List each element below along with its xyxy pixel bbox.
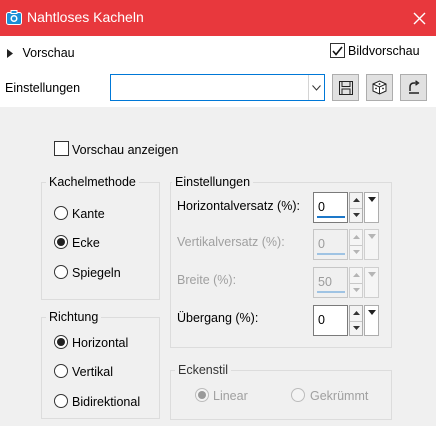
breite-label: Breite (%): — [177, 273, 237, 287]
horizontalversatz-updown[interactable] — [349, 192, 363, 223]
radio-vertikal-label: Vertikal — [72, 365, 113, 379]
radio-ecke[interactable] — [54, 235, 68, 249]
radio-selected-dot — [198, 391, 206, 399]
horizontalversatz-input[interactable]: 0 — [313, 192, 348, 223]
uebergang-input[interactable]: 0 — [313, 305, 348, 336]
radio-gekruemmt-label: Gekrümmt — [310, 389, 369, 403]
radio-horizontal[interactable] — [54, 335, 68, 349]
horizontalversatz-value: 0 — [318, 200, 325, 214]
radio-linear-label: Linear — [213, 389, 248, 403]
reset-icon — [408, 79, 420, 94]
radio-bidirektional[interactable] — [54, 394, 68, 408]
spin-down-icon — [350, 244, 362, 260]
spin-up-icon[interactable] — [350, 306, 362, 321]
horizontalversatz-spinner[interactable]: 0 — [313, 192, 379, 223]
radio-spiegeln[interactable] — [54, 265, 68, 279]
radio-kante[interactable] — [54, 206, 68, 220]
richtung-title: Richtung — [46, 310, 102, 324]
horizontalversatz-dropdown[interactable] — [364, 192, 379, 223]
spin-down-icon — [350, 282, 362, 298]
breite-dropdown — [364, 267, 379, 298]
chevron-down-icon — [367, 310, 376, 315]
uebergang-updown[interactable] — [349, 305, 363, 336]
spin-up-icon — [350, 230, 362, 245]
close-icon — [413, 12, 425, 24]
vertikalversatz-input: 0 — [313, 229, 348, 260]
radio-ecke-label: Ecke — [72, 236, 100, 250]
vertikalversatz-dropdown — [364, 229, 379, 260]
spin-down-icon[interactable] — [350, 320, 362, 336]
value-bar — [317, 253, 345, 255]
radio-vertikal[interactable] — [54, 364, 68, 378]
radio-horizontal-label: Horizontal — [72, 336, 129, 350]
vertikalversatz-value: 0 — [318, 237, 325, 251]
radio-linear — [195, 388, 209, 402]
checkmark-icon — [332, 46, 343, 56]
horizontalversatz-label: Horizontalversatz (%): — [177, 199, 300, 213]
spin-up-icon — [350, 268, 362, 283]
spin-up-icon[interactable] — [350, 193, 362, 208]
uebergang-dropdown[interactable] — [364, 305, 379, 336]
chevron-down-icon — [367, 272, 376, 277]
breite-spinner: 50 — [313, 267, 379, 298]
settings-preset-combo[interactable] — [110, 74, 325, 101]
bildvorschau-checkbox[interactable] — [330, 43, 345, 58]
uebergang-spinner[interactable]: 0 — [313, 305, 379, 336]
chevron-down-icon — [312, 84, 321, 91]
radio-gekruemmt — [291, 388, 305, 402]
chevron-right-icon — [7, 49, 13, 59]
vorschau-anzeigen-label: Vorschau anzeigen — [72, 143, 179, 157]
preview-toggle[interactable]: Vorschau — [7, 46, 75, 60]
vorschau-anzeigen-checkbox[interactable] — [54, 141, 69, 156]
vertikalversatz-updown — [349, 229, 363, 260]
breite-updown — [349, 267, 363, 298]
camera-icon — [6, 10, 22, 25]
bildvorschau-label: Bildvorschau — [348, 44, 420, 58]
radio-spiegeln-label: Spiegeln — [72, 266, 121, 280]
uebergang-value: 0 — [318, 313, 325, 327]
random-button[interactable] — [366, 74, 393, 101]
cube-icon — [372, 80, 387, 95]
uebergang-label: Übergang (%): — [177, 311, 259, 325]
radio-selected-dot — [57, 338, 65, 346]
chevron-down-icon — [367, 197, 376, 202]
breite-input: 50 — [313, 267, 348, 298]
eckenstil-title: Eckenstil — [175, 363, 232, 377]
value-bar — [317, 216, 345, 218]
window-title: Nahtloses Kacheln — [27, 9, 144, 25]
einstellungen-title: Einstellungen — [172, 175, 254, 189]
value-bar — [317, 291, 345, 293]
vertikalversatz-label: Vertikalversatz (%): — [177, 235, 285, 249]
settings-label: Einstellungen — [5, 81, 81, 95]
close-button[interactable] — [402, 0, 436, 36]
combo-dropdown-arrow[interactable] — [308, 75, 324, 100]
preview-toggle-label: Vorschau — [22, 46, 75, 60]
save-preset-button[interactable] — [332, 74, 359, 101]
chevron-down-icon — [367, 234, 376, 239]
radio-kante-label: Kante — [72, 207, 105, 221]
radio-selected-dot — [57, 238, 65, 246]
kachelmethode-title: Kachelmethode — [46, 175, 139, 189]
save-icon — [338, 80, 353, 95]
breite-value: 50 — [318, 275, 332, 289]
vertikalversatz-spinner: 0 — [313, 229, 379, 260]
reset-button[interactable] — [400, 74, 427, 101]
radio-bidirektional-label: Bidirektional — [72, 395, 141, 409]
spin-down-icon[interactable] — [350, 207, 362, 223]
